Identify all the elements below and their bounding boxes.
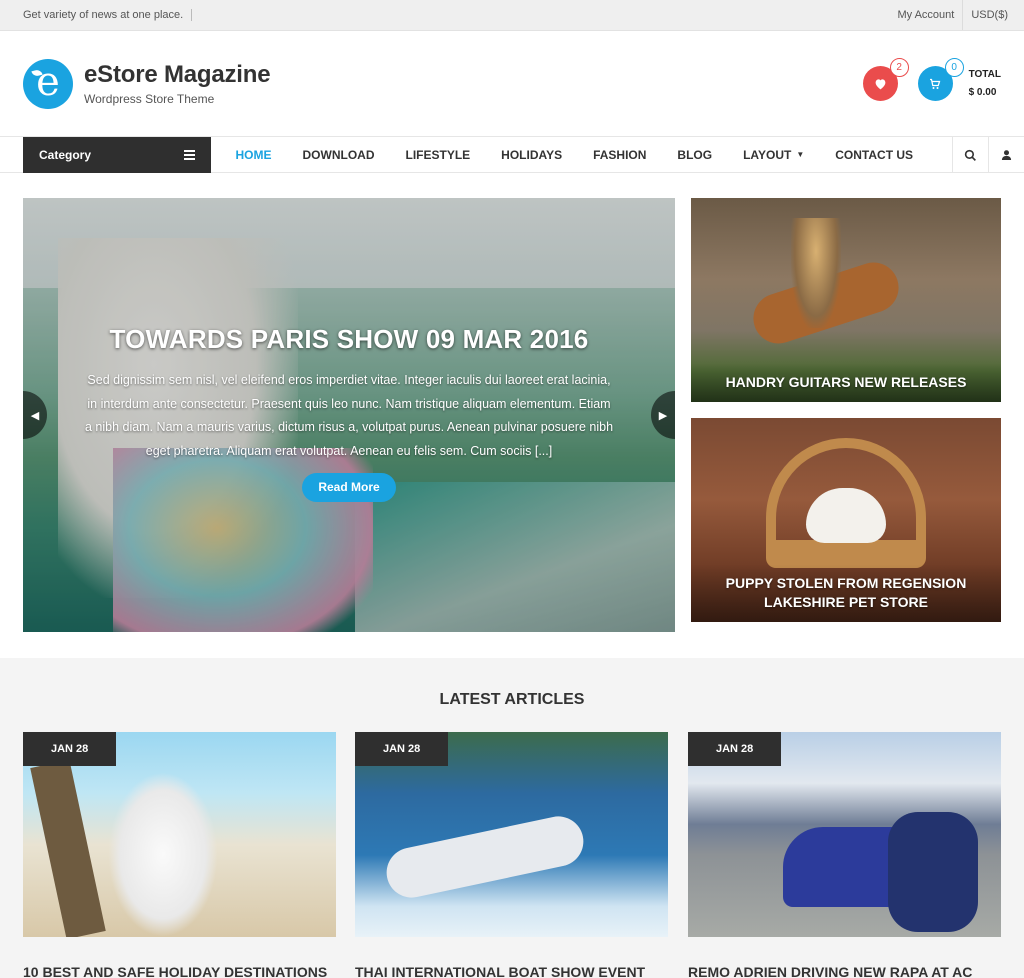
slide-excerpt: Sed dignissim sem nisl, vel eleifend ero… — [84, 373, 614, 458]
nav-item-lifestyle[interactable]: LIFESTYLE — [390, 148, 486, 162]
slide-content: TOWARDS PARIS SHOW 09 MAR 2016 Sed digni… — [83, 324, 615, 502]
article-title[interactable]: THAI INTERNATIONAL BOAT SHOW EVENT — [355, 964, 668, 978]
nav-item-contact-us[interactable]: CONTACT US — [820, 148, 929, 162]
latest-articles-section: LATEST ARTICLES JAN 28 10 BEST AND SAFE … — [0, 658, 1024, 978]
nav-item-fashion[interactable]: FASHION — [578, 148, 662, 162]
nav-menu: HOME DOWNLOAD LIFESTYLE HOLIDAYS FASHION… — [220, 148, 929, 162]
article-image-jetski — [381, 811, 589, 903]
main-navigation: Category HOME DOWNLOAD LIFESTYLE HOLIDAY… — [0, 136, 1024, 173]
article-image[interactable]: JAN 28 — [688, 732, 1001, 937]
article-date-badge: JAN 28 — [355, 732, 449, 766]
site-logo[interactable]: e — [23, 58, 73, 109]
menu-icon — [184, 149, 195, 160]
side-post-title[interactable]: PUPPY STOLEN FROM REGENSION LAKESHIRE PE… — [691, 564, 1001, 622]
article-title[interactable]: REMO ADRIEN DRIVING NEW RAPA AT AC — [688, 964, 1001, 978]
side-post-title[interactable]: HANDRY GUITARS NEW RELEASES — [691, 363, 1001, 402]
nav-item-blog[interactable]: BLOG — [662, 148, 728, 162]
article-date-badge: JAN 28 — [688, 732, 782, 766]
site-title[interactable]: eStore Magazine — [84, 61, 271, 89]
article-image[interactable]: JAN 28 — [355, 732, 668, 937]
wishlist-button[interactable]: 2 — [862, 58, 909, 101]
my-account-link[interactable]: My Account — [889, 0, 962, 30]
site-header: e eStore Magazine Wordpress Store Theme … — [0, 31, 1024, 137]
category-menu-button[interactable]: Category — [23, 136, 211, 173]
category-label: Category — [39, 147, 92, 162]
nav-item-layout-label: LAYOUT — [743, 147, 792, 162]
site-description: Wordpress Store Theme — [84, 92, 215, 106]
side-post-card[interactable]: HANDRY GUITARS NEW RELEASES — [691, 198, 1001, 402]
brand-text: eStore Magazine Wordpress Store Theme — [84, 61, 271, 106]
brand[interactable]: e eStore Magazine Wordpress Store Theme — [23, 58, 271, 109]
nav-item-layout[interactable]: LAYOUT ▼ — [728, 148, 820, 162]
logo-e-icon: e — [36, 58, 60, 105]
user-button[interactable] — [988, 137, 1024, 173]
top-bar: Get variety of news at one place. My Acc… — [0, 0, 1024, 31]
side-post-card[interactable]: PUPPY STOLEN FROM REGENSION LAKESHIRE PE… — [691, 418, 1001, 622]
featured-slider[interactable]: TOWARDS PARIS SHOW 09 MAR 2016 Sed digni… — [23, 198, 675, 632]
article-image-people — [108, 772, 218, 937]
article-card[interactable]: JAN 28 10 BEST AND SAFE HOLIDAY DESTINAT… — [23, 732, 336, 978]
read-more-button[interactable]: Read More — [302, 473, 396, 502]
section-heading: LATEST ARTICLES — [439, 691, 585, 708]
nav-item-download[interactable]: DOWNLOAD — [287, 148, 390, 162]
article-title[interactable]: 10 BEST AND SAFE HOLIDAY DESTINATIONS — [23, 964, 336, 978]
cart-count-badge: 0 — [944, 58, 964, 77]
chevron-right-icon: ▶ — [658, 409, 668, 422]
chevron-left-icon: ◀ — [30, 409, 40, 422]
currency-selector[interactable]: USD($) — [962, 0, 1016, 30]
heart-icon — [875, 78, 885, 89]
total-label: TOTAL — [968, 68, 1001, 80]
chevron-down-icon: ▼ — [796, 150, 805, 159]
article-image-crew — [888, 812, 978, 932]
cart-total[interactable]: TOTAL $ 0.00 — [969, 66, 1001, 102]
site-tagline: Get variety of news at one place. — [23, 9, 193, 21]
total-value: $ 0.00 — [968, 86, 997, 98]
top-bar-links: My Account USD($) — [889, 0, 1016, 30]
article-image-tree — [30, 759, 106, 937]
nav-icon-group — [952, 137, 1024, 173]
wishlist-count-badge: 2 — [889, 58, 909, 77]
article-date-badge: JAN 28 — [23, 732, 117, 766]
article-card[interactable]: JAN 28 THAI INTERNATIONAL BOAT SHOW EVEN… — [355, 732, 668, 978]
cart-icon — [930, 78, 941, 89]
header-actions: 2 0 TOTAL $ 0.00 — [862, 58, 1001, 102]
featured-section: TOWARDS PARIS SHOW 09 MAR 2016 Sed digni… — [0, 173, 1024, 658]
cart-button[interactable]: 0 — [917, 58, 964, 101]
user-icon — [1001, 150, 1012, 161]
side-post-image-girl — [791, 218, 841, 328]
nav-item-holidays[interactable]: HOLIDAYS — [486, 148, 578, 162]
nav-item-home[interactable]: HOME — [220, 148, 287, 162]
search-icon — [964, 149, 976, 161]
slide-title[interactable]: TOWARDS PARIS SHOW 09 MAR 2016 — [83, 324, 615, 355]
article-image[interactable]: JAN 28 — [23, 732, 336, 937]
article-card[interactable]: JAN 28 REMO ADRIEN DRIVING NEW RAPA AT A… — [688, 732, 1001, 978]
search-button[interactable] — [952, 137, 988, 173]
